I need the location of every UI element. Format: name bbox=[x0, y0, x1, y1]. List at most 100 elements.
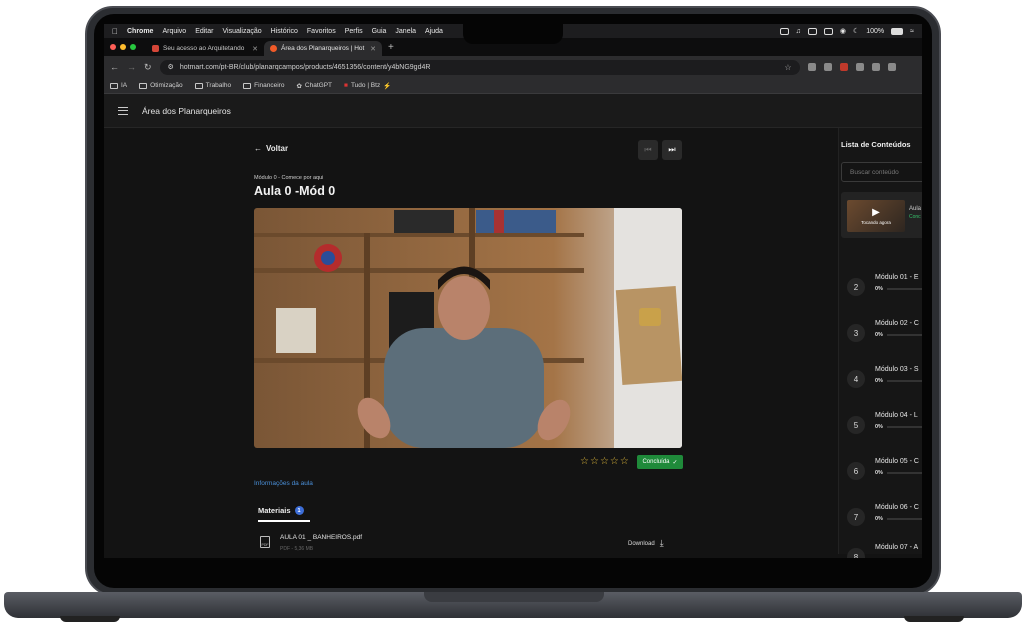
file-type-label: PDF bbox=[261, 543, 269, 547]
completed-button[interactable]: Concluída ✓ bbox=[637, 455, 683, 469]
close-tab-icon[interactable]: ✕ bbox=[252, 45, 258, 53]
extension-icon[interactable] bbox=[823, 63, 832, 71]
status-icons: ♫ ◉ ☾ 100% ≈ bbox=[779, 27, 914, 35]
laptop-foot bbox=[60, 616, 120, 622]
module-title: Módulo 03 - S bbox=[875, 366, 919, 373]
status-app-icon[interactable] bbox=[807, 27, 817, 35]
window-controls bbox=[110, 44, 136, 50]
bookmark-financeiro[interactable]: Financeiro bbox=[243, 82, 284, 89]
extension-icon[interactable] bbox=[855, 63, 864, 71]
skip-previous-icon: ⏮ bbox=[644, 145, 652, 154]
extension-icon[interactable] bbox=[839, 63, 848, 71]
tab-materiais[interactable]: Materiais 1 bbox=[258, 506, 310, 522]
lesson-info-link[interactable]: Informações da aula bbox=[254, 480, 313, 487]
menu-visualizacao[interactable]: Visualização bbox=[222, 28, 261, 35]
download-button[interactable]: Download ⤓ bbox=[628, 538, 664, 549]
status-app-icon[interactable] bbox=[823, 27, 833, 35]
module-item[interactable]: 8 Módulo 07 - A bbox=[847, 544, 922, 558]
menu-arquivo[interactable]: Arquivo bbox=[162, 28, 186, 35]
lesson-thumbnail: ▶ Tocando agora bbox=[847, 200, 905, 232]
back-label: Voltar bbox=[266, 144, 289, 153]
close-tab-icon[interactable]: ✕ bbox=[370, 45, 376, 53]
module-item[interactable]: 4 Módulo 03 - S 0% bbox=[847, 366, 922, 396]
status-app-icon[interactable] bbox=[779, 27, 789, 35]
menu-janela[interactable]: Janela bbox=[395, 28, 416, 35]
extension-icon[interactable] bbox=[807, 63, 816, 71]
module-item[interactable]: 3 Módulo 02 - C 0% bbox=[847, 320, 922, 350]
browser-tab-gmail[interactable]: Seu acesso ao Arquitetando ✕ bbox=[146, 41, 264, 56]
menu-ajuda[interactable]: Ajuda bbox=[425, 28, 443, 35]
extension-icon[interactable] bbox=[871, 63, 880, 71]
module-item[interactable]: 5 Módulo 04 - L 0% bbox=[847, 412, 922, 442]
menu-chrome[interactable]: Chrome bbox=[127, 28, 153, 35]
browser-toolbar: ← → ↻ ⚙ hotmart.com/pt-BR/club/planarqca… bbox=[104, 56, 922, 78]
module-progress-bar bbox=[887, 288, 922, 290]
laptop-base bbox=[4, 592, 1022, 618]
maximize-window-button[interactable] bbox=[130, 44, 136, 50]
star-icon[interactable]: ☆ bbox=[610, 456, 619, 467]
video-frame-image bbox=[254, 208, 682, 448]
forward-arrow-icon[interactable]: → bbox=[127, 62, 136, 72]
module-item[interactable]: 7 Módulo 06 - C 0% bbox=[847, 504, 922, 534]
headphones-icon[interactable]: ♫ bbox=[796, 28, 801, 35]
star-icon[interactable]: ☆ bbox=[590, 456, 599, 467]
menu-perfis[interactable]: Perfis bbox=[345, 28, 363, 35]
module-label: Módulo 0 - Comece por aqui bbox=[254, 175, 324, 181]
module-item[interactable]: 2 Módulo 01 - E 0% bbox=[847, 274, 922, 304]
material-file-name[interactable]: AULA 01 _ BANHEIROS.pdf bbox=[280, 534, 362, 541]
module-item[interactable]: 6 Módulo 05 - C 0% bbox=[847, 458, 922, 488]
star-icon[interactable]: ☆ bbox=[580, 456, 589, 467]
site-info-icon[interactable]: ⚙ bbox=[168, 63, 174, 71]
close-window-button[interactable] bbox=[110, 44, 116, 50]
app-title: Área dos Planarqueiros bbox=[142, 105, 231, 116]
battery-icon[interactable] bbox=[891, 27, 904, 35]
new-tab-icon[interactable]: + bbox=[388, 42, 394, 53]
menu-guia[interactable]: Guia bbox=[372, 28, 387, 35]
back-button[interactable]: ← Voltar bbox=[254, 144, 288, 153]
browser-tab-hotmart[interactable]: Área dos Planarqueiros | Hot ✕ bbox=[264, 41, 382, 56]
bookmark-star-icon[interactable]: ☆ bbox=[784, 63, 791, 72]
module-number: 5 bbox=[847, 416, 865, 434]
apple-icon[interactable]:  bbox=[112, 27, 118, 36]
module-progress-bar bbox=[887, 334, 922, 336]
minimize-window-button[interactable] bbox=[120, 44, 126, 50]
bookmark-chatgpt[interactable]: ✿ ChatGPT bbox=[296, 82, 332, 90]
address-bar[interactable]: ⚙ hotmart.com/pt-BR/club/planarqcampos/p… bbox=[159, 59, 800, 75]
url-text: hotmart.com/pt-BR/club/planarqcampos/pro… bbox=[179, 63, 431, 71]
battery-percent: 100% bbox=[866, 27, 885, 35]
menu-historico[interactable]: Histórico bbox=[271, 28, 298, 35]
previous-lesson-button[interactable]: ⏮ bbox=[638, 140, 658, 160]
page-icon: ■ bbox=[344, 82, 348, 89]
back-arrow-icon[interactable]: ← bbox=[110, 62, 119, 72]
star-icon[interactable]: ☆ bbox=[600, 456, 609, 467]
module-number: 7 bbox=[847, 508, 865, 526]
menu-favoritos[interactable]: Favoritos bbox=[307, 28, 336, 35]
search-input[interactable]: Buscar conteúdo bbox=[841, 162, 922, 182]
lesson-title: Aula 0 -Mód 0 bbox=[254, 184, 336, 198]
bookmark-tudo-btz[interactable]: ■ Tudo | Btz ⚡ bbox=[344, 82, 391, 90]
next-lesson-button[interactable]: ⏭ bbox=[662, 140, 682, 160]
now-playing-item[interactable]: ▶ Tocando agora Aula Conc bbox=[841, 192, 922, 238]
sidebar-title: Lista de Conteúdos bbox=[841, 140, 911, 149]
star-icon[interactable]: ☆ bbox=[620, 456, 629, 467]
laptop-foot bbox=[904, 616, 964, 622]
video-player[interactable] bbox=[254, 208, 682, 448]
bookmark-ia[interactable]: IA bbox=[110, 82, 127, 89]
folder-icon bbox=[139, 82, 148, 89]
record-icon[interactable]: ◉ bbox=[840, 27, 846, 35]
now-playing-status: Conc bbox=[909, 214, 921, 220]
moon-icon[interactable]: ☾ bbox=[853, 27, 859, 35]
extension-icon[interactable] bbox=[887, 63, 896, 71]
module-progress: 0% bbox=[875, 516, 883, 522]
bookmark-otimizacao[interactable]: Otimização bbox=[139, 82, 183, 89]
now-playing-title: Aula bbox=[909, 206, 922, 212]
module-progress-bar bbox=[887, 518, 922, 520]
bookmark-trabalho[interactable]: Trabalho bbox=[194, 82, 231, 89]
now-playing-label: Tocando agora bbox=[861, 220, 891, 225]
menu-editar[interactable]: Editar bbox=[195, 28, 213, 35]
menu-hamburger-icon[interactable] bbox=[118, 106, 128, 115]
reload-icon[interactable]: ↻ bbox=[144, 62, 152, 73]
module-title: Módulo 05 - C bbox=[875, 458, 919, 465]
bookmark-label: Financeiro bbox=[254, 82, 285, 89]
wifi-icon[interactable]: ≈ bbox=[910, 28, 914, 35]
